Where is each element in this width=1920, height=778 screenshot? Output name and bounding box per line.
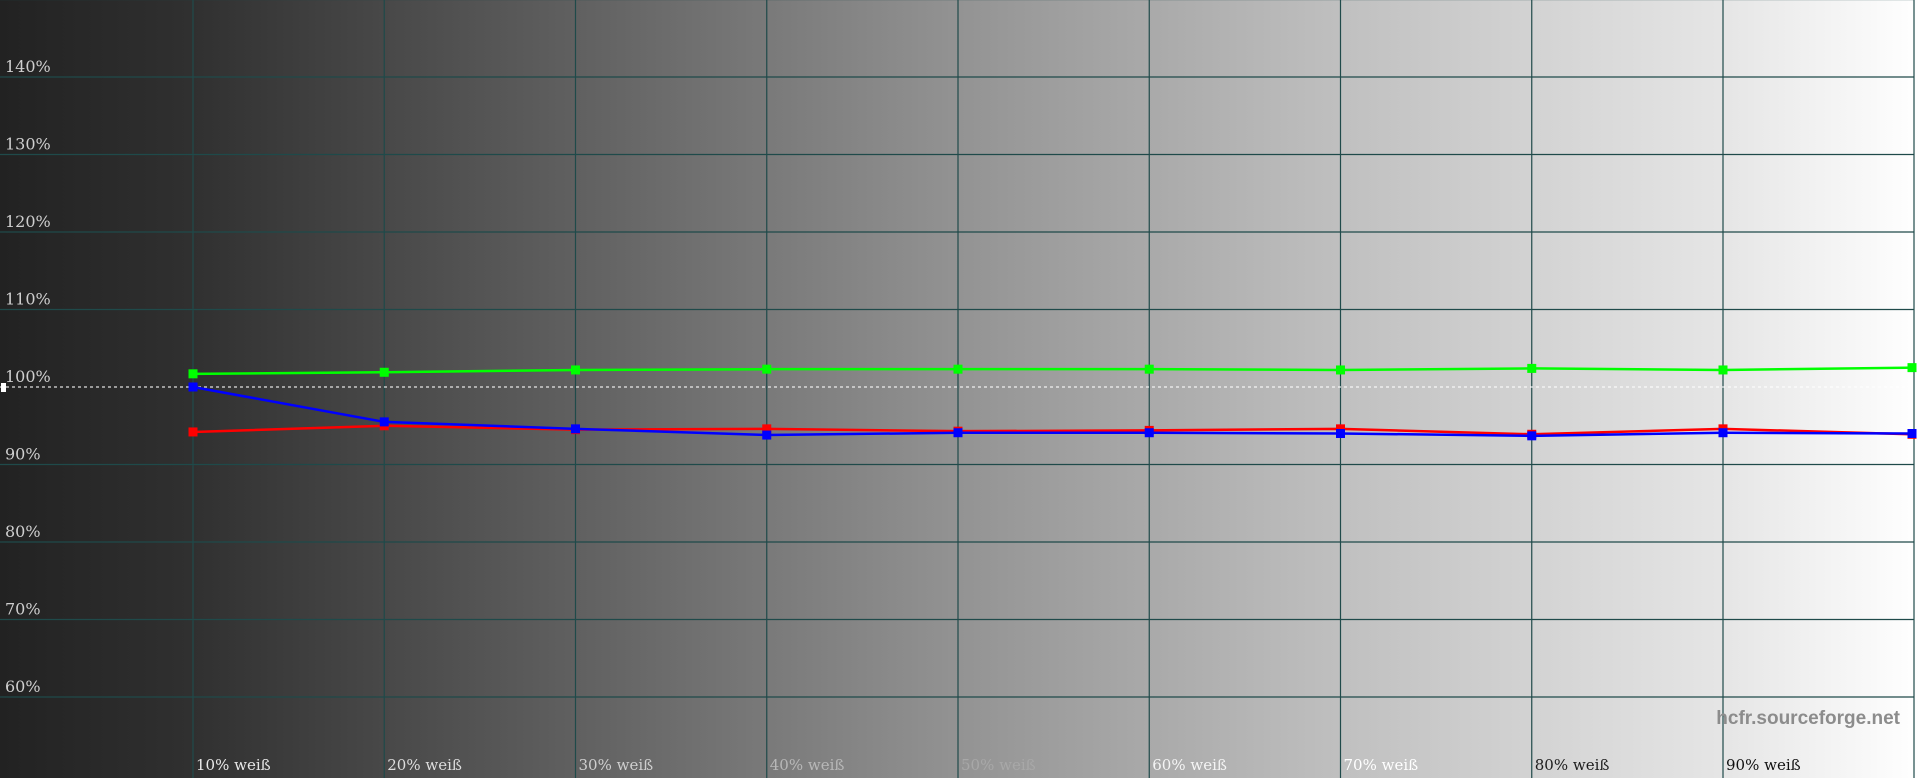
data-point-blue — [1718, 428, 1728, 438]
x-tick-label: 20% weiß — [387, 756, 462, 774]
data-point-blue — [953, 428, 963, 438]
data-point-blue — [188, 382, 198, 392]
data-point-blue — [1527, 431, 1537, 441]
x-tick-label: 80% weiß — [1535, 756, 1610, 774]
data-point-green — [379, 367, 389, 377]
data-point-blue — [571, 424, 580, 434]
data-point-green — [1718, 365, 1728, 375]
chart-background — [0, 0, 1920, 778]
data-point-green — [1144, 364, 1154, 374]
y-tick-label: 60% — [5, 677, 41, 696]
x-tick-label: 60% weiß — [1152, 756, 1227, 774]
x-tick-label: 70% weiß — [1344, 756, 1419, 774]
y-tick-label: 90% — [5, 445, 41, 464]
y-tick-label: 110% — [5, 290, 51, 309]
data-point-green — [1527, 363, 1537, 373]
data-point-blue — [1907, 429, 1917, 438]
data-point-green — [1907, 363, 1917, 373]
y-tick-label: 120% — [5, 212, 51, 231]
data-point-blue — [379, 417, 389, 427]
data-point-green — [571, 365, 580, 375]
watermark-text: hcfr.sourceforge.net — [1716, 708, 1900, 729]
data-point-blue — [1144, 428, 1154, 438]
chart-panel: 60% 70% 80% 90% 100% 110% 120% 130% 140% 10% wei… — [0, 0, 1920, 778]
data-point-green — [953, 364, 963, 374]
data-point-blue — [1336, 429, 1345, 438]
y-tick-label: 140% — [5, 57, 51, 76]
data-point-green — [188, 369, 198, 379]
x-tick-label: 30% weiß — [579, 756, 654, 774]
data-point-blue — [762, 430, 772, 440]
data-point-green — [762, 364, 772, 374]
x-axis-ticks: 10% weiß 20% weiß 30% weiß 40% weiß 50% weiß… — [196, 756, 1801, 774]
x-tick-label: 10% weiß — [196, 756, 271, 774]
y-tick-label: 80% — [5, 522, 41, 541]
y-tick-label: 70% — [5, 600, 41, 619]
y-tick-label: 100% — [5, 367, 51, 386]
y-tick-label: 130% — [5, 135, 51, 154]
data-point-green — [1336, 365, 1345, 375]
rgb-balance-chart: 60% 70% 80% 90% 100% 110% 120% 130% 140% 10% wei… — [0, 0, 1920, 778]
x-tick-label: 50% weiß — [961, 756, 1036, 774]
x-tick-label: 40% weiß — [770, 756, 845, 774]
data-point-red — [188, 427, 198, 437]
x-tick-label: 90% weiß — [1726, 756, 1801, 774]
